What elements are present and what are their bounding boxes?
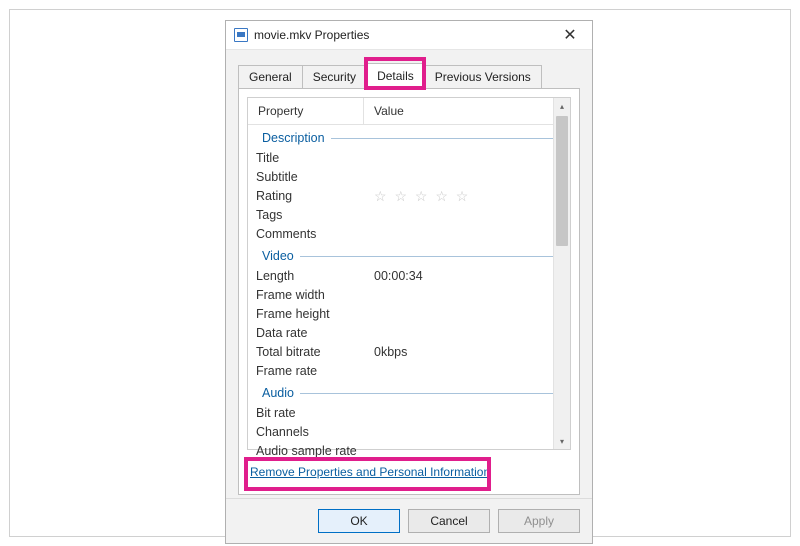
prop-label: Total bitrate [256,343,372,362]
prop-row[interactable]: Channels [248,423,554,442]
prop-value [372,286,554,305]
page-frame: movie.mkv Properties ✕ General Security … [9,9,791,537]
scrollbar[interactable]: ▴ ▾ [553,98,570,449]
prop-label: Frame width [256,286,372,305]
prop-value [372,305,554,324]
prop-value [372,423,554,442]
scroll-down-icon[interactable]: ▾ [554,433,570,449]
group-audio: Audio [248,381,554,404]
prop-value [372,404,554,423]
tab-general[interactable]: General [238,65,303,88]
scroll-thumb[interactable] [556,116,568,246]
tab-strip: General Security Details Previous Versio… [238,64,541,88]
prop-row[interactable]: Frame rate [248,362,554,381]
prop-label: Comments [256,225,372,244]
properties-dialog: movie.mkv Properties ✕ General Security … [225,20,593,544]
prop-value [372,362,554,381]
group-divider [300,393,554,394]
prop-label: Subtitle [256,168,372,187]
window-title: movie.mkv Properties [254,28,552,42]
prop-row[interactable]: Comments [248,225,554,244]
group-video: Video [248,244,554,267]
prop-row[interactable]: Subtitle [248,168,554,187]
details-panel: Property Value Description Title [238,88,580,495]
prop-row[interactable]: Title [248,149,554,168]
close-icon[interactable]: ✕ [552,23,588,47]
prop-value [372,168,554,187]
prop-value [372,149,554,168]
prop-row[interactable]: Tags [248,206,554,225]
scroll-up-icon[interactable]: ▴ [554,98,570,114]
tab-security[interactable]: Security [302,65,367,88]
remove-properties-link[interactable]: Remove Properties and Personal Informati… [250,465,490,479]
prop-row[interactable]: Rating ☆ ☆ ☆ ☆ ☆ [248,187,554,206]
remove-link-wrap: Remove Properties and Personal Informati… [247,460,571,488]
group-divider [331,138,554,139]
group-label: Video [262,249,294,263]
prop-label: Frame height [256,305,372,324]
ok-button[interactable]: OK [318,509,400,533]
cancel-button[interactable]: Cancel [408,509,490,533]
prop-value: 0kbps [372,343,554,362]
prop-label: Audio sample rate [256,442,372,461]
dialog-button-row: OK Cancel Apply [226,498,592,543]
column-header-value[interactable]: Value [364,98,570,124]
prop-row[interactable]: Length 00:00:34 [248,267,554,286]
prop-row[interactable]: Bit rate [248,404,554,423]
group-label: Description [262,131,325,145]
prop-value [372,324,554,343]
prop-value: 00:00:34 [372,267,554,286]
prop-label: Title [256,149,372,168]
listview-header: Property Value [248,98,570,125]
tab-previous-versions[interactable]: Previous Versions [424,65,542,88]
prop-row[interactable]: Data rate [248,324,554,343]
rating-stars-icon[interactable]: ☆ ☆ ☆ ☆ ☆ [372,187,554,206]
group-divider [300,256,554,257]
tab-details[interactable]: Details [366,63,425,88]
group-label: Audio [262,386,294,400]
prop-label: Data rate [256,324,372,343]
prop-label: Rating [256,187,372,206]
apply-button[interactable]: Apply [498,509,580,533]
dialog-body: General Security Details Previous Versio… [226,50,592,543]
prop-row[interactable]: Total bitrate 0kbps [248,343,554,362]
prop-label: Channels [256,423,372,442]
prop-label: Frame rate [256,362,372,381]
prop-value [372,225,554,244]
group-description: Description [248,126,554,149]
prop-row[interactable]: Audio sample rate [248,442,554,461]
prop-value [372,442,554,461]
titlebar: movie.mkv Properties ✕ [226,21,592,50]
prop-row[interactable]: Frame width [248,286,554,305]
prop-label: Length [256,267,372,286]
listview-content: Description Title Subtitle Rating [248,124,554,449]
prop-label: Tags [256,206,372,225]
prop-label: Bit rate [256,404,372,423]
file-icon [234,28,248,42]
prop-row[interactable]: Frame height [248,305,554,324]
property-listview: Property Value Description Title [247,97,571,450]
column-header-property[interactable]: Property [248,98,364,124]
prop-value [372,206,554,225]
